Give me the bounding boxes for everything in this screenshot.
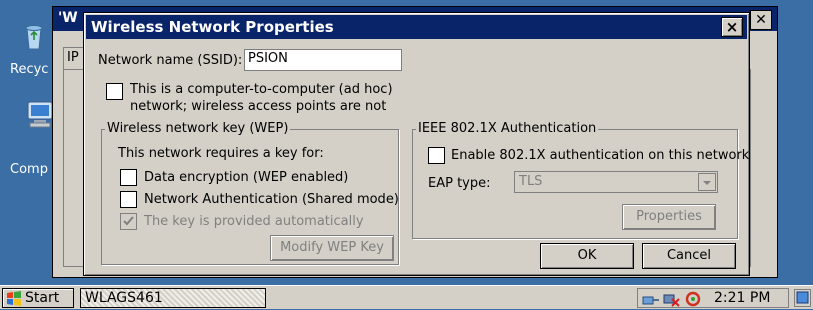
wep-group-title: Wireless network key (WEP) (105, 121, 291, 136)
data-encryption-label: Data encryption (WEP enabled) (144, 170, 349, 185)
windows-flag-icon (7, 291, 21, 306)
eap-type-value: TLS (519, 174, 543, 189)
start-button[interactable]: Start (2, 288, 74, 308)
ok-button[interactable]: OK (540, 243, 634, 269)
checkmark-icon (123, 216, 134, 226)
desktop-shortcut-icon[interactable] (794, 289, 811, 307)
dialog-close-button[interactable]: × (721, 17, 743, 37)
adhoc-label-line1: This is a computer-to-computer (ad hoc) (130, 82, 393, 97)
ssid-label: Network name (SSID): (98, 53, 243, 68)
key-auto-label: The key is provided automatically (144, 214, 364, 229)
eap-type-select[interactable]: TLS (514, 171, 718, 193)
wep-requires-label: This network requires a key for: (118, 146, 324, 161)
adhoc-label-line2: network; wireless access points are not (130, 99, 387, 114)
eap-properties-button[interactable]: Properties (622, 204, 716, 230)
taskbar-item-wlags461[interactable]: WLAGS461 (80, 288, 266, 308)
key-auto-checkbox[interactable] (120, 213, 137, 230)
taskbar: Start WLAGS461 2:21 PM (0, 285, 813, 309)
dialog-titlebar: Wireless Network Properties × (86, 15, 747, 39)
desktop-icon-label-recycle: Recyc (10, 62, 49, 77)
wireless-disconnected-icon[interactable] (662, 291, 680, 307)
desktop-icon-label-computer: Comp (10, 162, 48, 177)
sync-icon[interactable] (684, 291, 702, 307)
start-label: Start (25, 290, 60, 306)
wireless-network-properties-dialog: Wireless Network Properties × Network na… (83, 12, 750, 276)
ieee-group-title: IEEE 802.1X Authentication (416, 121, 599, 136)
taskbar-clock[interactable]: 2:21 PM (714, 289, 770, 307)
ssid-input[interactable]: PSION (244, 49, 402, 71)
system-tray: 2:21 PM (637, 288, 789, 308)
enable-8021x-checkbox[interactable] (428, 147, 445, 164)
enable-8021x-label: Enable 802.1X authentication on this net… (451, 148, 750, 163)
recycle-bin-icon[interactable] (18, 20, 50, 52)
dialog-title: Wireless Network Properties (91, 18, 334, 36)
network-authentication-checkbox[interactable] (120, 191, 137, 208)
chevron-down-icon (698, 173, 716, 191)
adhoc-checkbox[interactable] (106, 83, 123, 100)
modify-wep-key-button[interactable]: Modify WEP Key (270, 235, 394, 261)
background-window-close-button[interactable]: ✕ (750, 10, 772, 30)
data-encryption-checkbox[interactable] (120, 169, 137, 186)
network-authentication-label: Network Authentication (Shared mode) (144, 192, 399, 207)
network-icon[interactable] (642, 291, 660, 307)
eap-type-label: EAP type: (428, 176, 491, 191)
cancel-button[interactable]: Cancel (642, 243, 736, 269)
